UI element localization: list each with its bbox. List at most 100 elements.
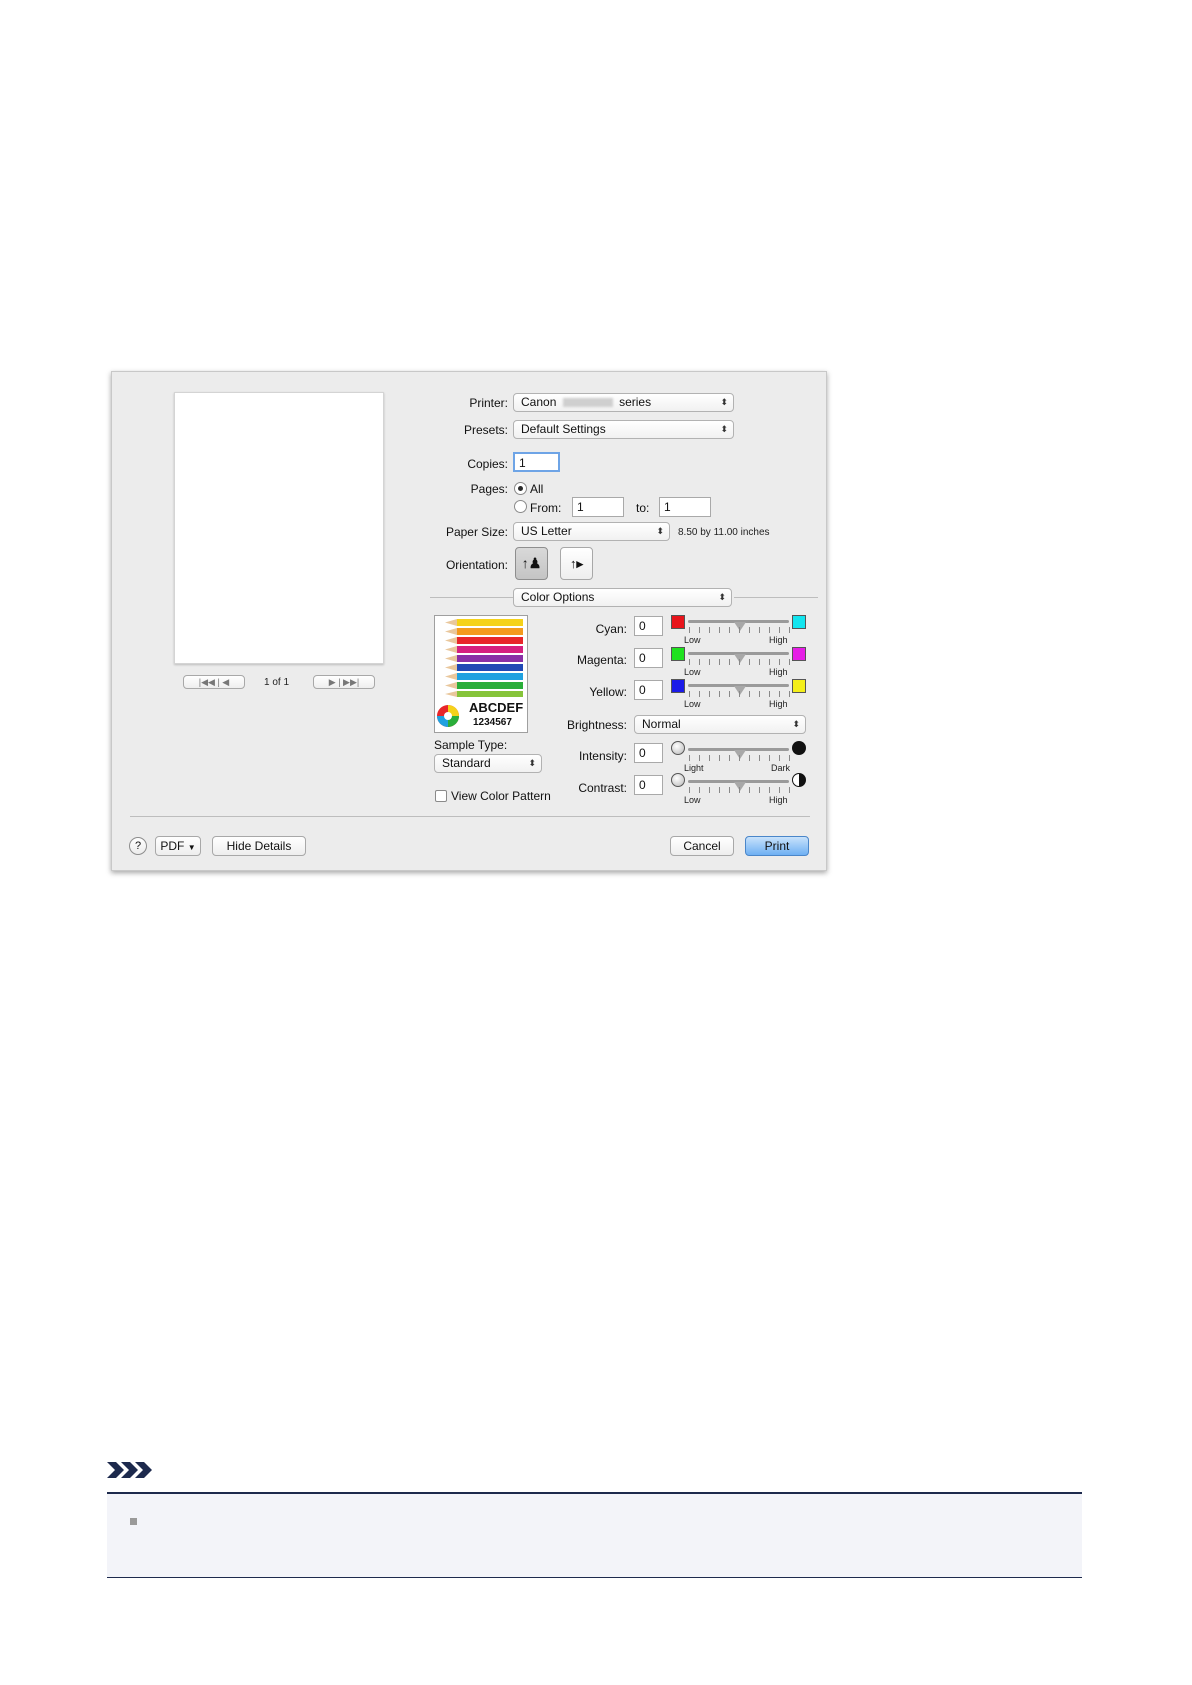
pages-from-radio[interactable] [514, 500, 527, 513]
sample-type-label: Sample Type: [434, 738, 508, 752]
magenta-field[interactable]: 0 [634, 648, 663, 668]
yellow-high-label: High [769, 699, 788, 709]
presets-popup[interactable]: Default Settings ⬍ [513, 420, 734, 439]
sample-text-line2: 1234567 [473, 717, 512, 728]
contrast-label: Contrast: [578, 781, 627, 795]
brightness-value: Normal [642, 717, 681, 731]
note-box [107, 1494, 1082, 1578]
printer-name-prefix: Canon [521, 395, 557, 409]
intensity-low-label: Light [684, 763, 704, 773]
page-preview [174, 392, 384, 664]
contrast-low-label: Low [684, 795, 701, 805]
yellow-label: Yellow: [589, 685, 627, 699]
cyan-low-swatch [671, 615, 685, 629]
cyan-high-swatch [792, 615, 806, 629]
intensity-label: Intensity: [578, 749, 627, 763]
intensity-slider-ticks [689, 755, 790, 761]
print-button[interactable]: Print [745, 836, 809, 856]
sample-type-popup[interactable]: Standard ⬍ [434, 754, 542, 773]
pages-to-field[interactable]: 1 [659, 497, 711, 517]
pages-from-label: From: [530, 501, 562, 515]
first-page-icon[interactable]: |◀◀ [199, 677, 215, 687]
help-icon: ? [134, 840, 142, 852]
magenta-low-label: Low [684, 667, 701, 677]
printer-label: Printer: [469, 396, 508, 410]
sample-text-line1: ABCDEF [469, 700, 524, 715]
view-color-pattern-checkbox[interactable] [435, 790, 447, 802]
pages-from-field[interactable]: 1 [572, 497, 624, 517]
intensity-high-label: Dark [771, 763, 791, 773]
pages-to-label: to: [636, 501, 650, 515]
popup-arrows-icon: ⬍ [792, 719, 800, 729]
popup-arrows-icon: ⬍ [656, 526, 664, 536]
presets-value: Default Settings [521, 422, 606, 436]
magenta-label: Magenta: [576, 653, 627, 667]
yellow-high-swatch [792, 679, 806, 693]
orientation-landscape-button[interactable]: ↑▸ [560, 547, 593, 580]
copies-field[interactable]: 1 [513, 452, 560, 472]
pages-all-radio[interactable] [514, 482, 527, 495]
color-wheel-icon [437, 705, 459, 727]
presets-label: Presets: [463, 423, 508, 437]
paper-size-label: Paper Size: [445, 525, 508, 539]
cancel-button[interactable]: Cancel [670, 836, 734, 856]
contrast-high-label: High [769, 795, 788, 805]
panel-separator-right [734, 597, 818, 598]
note-bullet-icon [130, 1518, 137, 1525]
chevron-down-icon: ▼ [187, 843, 196, 852]
last-page-icon[interactable]: ▶▶| [343, 677, 359, 687]
panel-popup[interactable]: Color Options ⬍ [513, 588, 732, 607]
footer-separator [130, 816, 810, 817]
print-dialog: |◀◀ | ◀ 1 of 1 ▶ | ▶▶| Printer: Canon se… [111, 371, 827, 871]
magenta-slider-ticks [689, 659, 790, 665]
light-icon [671, 741, 685, 755]
magenta-low-swatch [671, 647, 685, 661]
panel-separator-left [430, 597, 514, 598]
pages-label: Pages: [470, 482, 508, 496]
sample-type-value: Standard [442, 756, 491, 770]
next-last-page-buttons[interactable]: ▶ | ▶▶| [313, 675, 375, 689]
magenta-high-label: High [769, 667, 788, 677]
next-page-icon[interactable]: ▶ [329, 677, 336, 687]
help-button[interactable]: ? [129, 837, 147, 855]
printer-popup[interactable]: Canon series ⬍ [513, 393, 734, 412]
high-contrast-icon [792, 773, 806, 787]
pages-all-label: All [530, 482, 544, 496]
portrait-icon: ↑♟ [521, 555, 542, 571]
dark-icon [792, 741, 806, 755]
yellow-low-swatch [671, 679, 685, 693]
popup-arrows-icon: ⬍ [720, 424, 728, 434]
page-counter: 1 of 1 [264, 677, 290, 688]
brightness-popup[interactable]: Normal ⬍ [634, 715, 806, 734]
copies-label: Copies: [467, 457, 508, 471]
paper-size-popup[interactable]: US Letter ⬍ [513, 522, 670, 541]
orientation-label: Orientation: [445, 558, 508, 572]
yellow-low-label: Low [684, 699, 701, 709]
contrast-field[interactable]: 0 [634, 775, 663, 795]
cyan-low-label: Low [684, 635, 701, 645]
low-contrast-icon [671, 773, 685, 787]
magenta-high-swatch [792, 647, 806, 661]
intensity-field[interactable]: 0 [634, 743, 663, 763]
color-sample-image: ABCDEF 1234567 [434, 615, 528, 733]
pdf-menu-button[interactable]: PDF ▼ [155, 836, 201, 856]
cyan-high-label: High [769, 635, 788, 645]
prev-page-icon[interactable]: ◀ [222, 677, 229, 687]
cyan-label: Cyan: [595, 622, 627, 636]
landscape-icon: ↑▸ [569, 556, 584, 571]
yellow-field[interactable]: 0 [634, 680, 663, 700]
brightness-label: Brightness: [566, 718, 627, 732]
note-icon [107, 1460, 157, 1485]
popup-arrows-icon: ⬍ [720, 397, 728, 407]
hide-details-button[interactable]: Hide Details [212, 836, 306, 856]
cyan-field[interactable]: 0 [634, 616, 663, 636]
popup-arrows-icon: ⬍ [718, 592, 726, 602]
paper-size-value: US Letter [521, 524, 572, 538]
panel-value: Color Options [521, 590, 595, 604]
contrast-slider-ticks [689, 787, 790, 793]
yellow-slider-ticks [689, 691, 790, 697]
cyan-slider-ticks [689, 627, 790, 633]
first-prev-page-buttons[interactable]: |◀◀ | ◀ [183, 675, 245, 689]
orientation-portrait-button[interactable]: ↑♟ [515, 547, 548, 580]
paper-dimensions: 8.50 by 11.00 inches [678, 527, 770, 538]
